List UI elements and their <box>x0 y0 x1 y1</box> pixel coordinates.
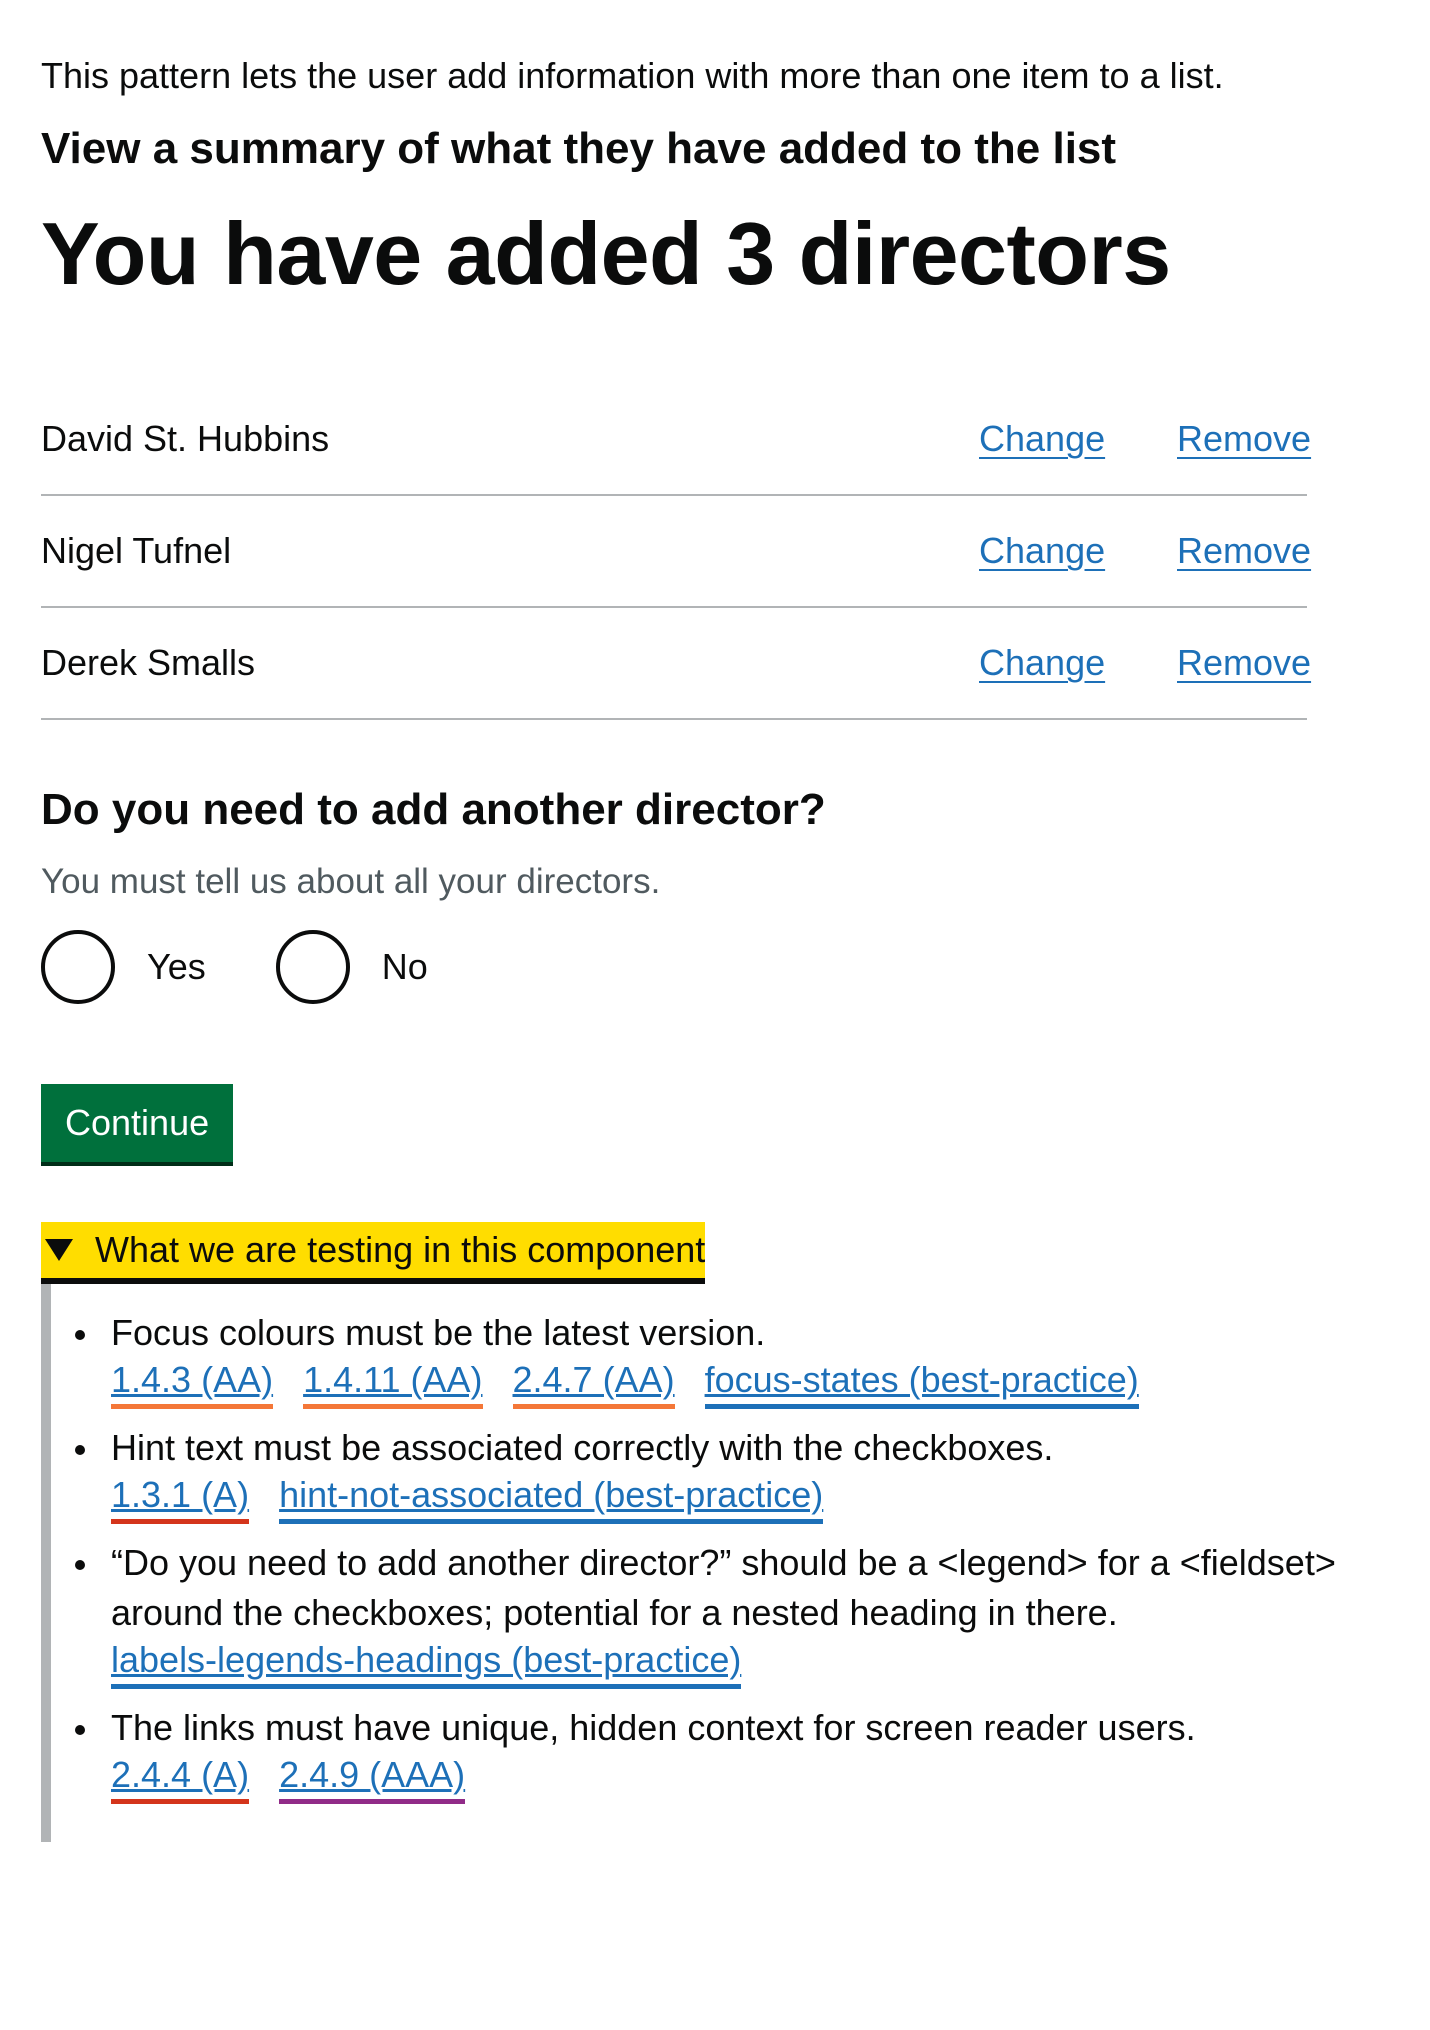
page-title: You have added 3 directors <box>41 204 1171 303</box>
remove-link[interactable]: Remove <box>1177 642 1311 684</box>
page: This pattern lets the user add informati… <box>0 0 1351 1842</box>
testing-item-text: The links must have unique, hidden conte… <box>111 1707 1196 1748</box>
wcag-reference-link[interactable]: 1.4.3 (AA) <box>111 1358 274 1409</box>
wcag-reference-link[interactable]: 1.3.1 (A) <box>111 1473 250 1524</box>
remove-link[interactable]: Remove <box>1177 530 1311 572</box>
radio-group: Yes No <box>41 930 1351 1004</box>
testing-item-text: “Do you need to add another director?” s… <box>111 1542 1336 1633</box>
section-subheading: View a summary of what they have added t… <box>41 124 1117 173</box>
details-body: Focus colours must be the latest version… <box>41 1284 1351 1842</box>
radio-no[interactable]: No <box>275 930 428 1004</box>
summary-row: Derek Smalls Change Remove <box>41 608 1311 720</box>
remove-link[interactable]: Remove <box>1177 418 1311 460</box>
director-name: Derek Smalls <box>41 642 256 683</box>
testing-item-refs: 1.4.3 (AA) 1.4.11 (AA) 2.4.7 (AA) focus-sta… <box>111 1358 1351 1409</box>
change-link[interactable]: Change <box>979 530 1105 572</box>
testing-item-text: Focus colours must be the latest version… <box>111 1312 766 1353</box>
directors-summary-list: David St. Hubbins Change Remove Nigel Tu… <box>41 384 1311 720</box>
testing-item: Focus colours must be the latest version… <box>75 1308 1351 1409</box>
testing-item-refs: labels-legends-headings (best-practice) <box>111 1638 1351 1689</box>
radio-no-circle[interactable] <box>275 930 350 1004</box>
radio-yes-circle[interactable] <box>41 930 115 1004</box>
testing-item: The links must have unique, hidden conte… <box>75 1703 1351 1804</box>
wcag-reference-link[interactable]: 2.4.9 (AAA) <box>279 1753 466 1804</box>
continue-button[interactable]: Continue <box>41 1084 234 1162</box>
summary-row: David St. Hubbins Change Remove <box>41 384 1311 496</box>
summary-row: Nigel Tufnel Change Remove <box>41 496 1311 608</box>
wcag-reference-link[interactable]: 2.4.7 (AA) <box>512 1358 675 1409</box>
triangle-down-icon <box>45 1239 73 1261</box>
intro-text: This pattern lets the user add informati… <box>41 55 1224 96</box>
testing-item-refs: 1.3.1 (A) hint-not-associated (best-pract… <box>111 1473 1351 1524</box>
radio-no-label[interactable]: No <box>382 946 428 988</box>
details-summary-toggle[interactable]: What we are testing in this component <box>41 1222 706 1278</box>
change-link[interactable]: Change <box>979 418 1105 460</box>
testing-item: “Do you need to add another director?” s… <box>75 1538 1351 1689</box>
wcag-reference-link[interactable]: focus-states (best-practice) <box>704 1358 1139 1409</box>
wcag-reference-link[interactable]: hint-not-associated (best-practice) <box>279 1473 824 1524</box>
testing-item: Hint text must be associated correctly w… <box>75 1423 1351 1524</box>
testing-item-text: Hint text must be associated correctly w… <box>111 1427 1054 1468</box>
question-legend: Do you need to add another director? <box>41 785 826 834</box>
director-name: David St. Hubbins <box>41 418 330 459</box>
radio-yes-label[interactable]: Yes <box>147 946 206 988</box>
change-link[interactable]: Change <box>979 642 1105 684</box>
wcag-reference-link[interactable]: 2.4.4 (A) <box>111 1753 250 1804</box>
wcag-reference-link[interactable]: labels-legends-headings (best-practice) <box>111 1638 742 1689</box>
testing-list: Focus colours must be the latest version… <box>75 1308 1351 1804</box>
testing-item-refs: 2.4.4 (A) 2.4.9 (AAA) <box>111 1753 1351 1804</box>
radio-yes[interactable]: Yes <box>41 930 206 1004</box>
director-name: Nigel Tufnel <box>41 530 232 571</box>
details-summary-label[interactable]: What we are testing in this component <box>95 1229 705 1271</box>
wcag-reference-link[interactable]: 1.4.11 (AA) <box>303 1358 483 1409</box>
testing-details: What we are testing in this component Fo… <box>41 1222 1351 1842</box>
question-hint: You must tell us about all your director… <box>41 862 661 901</box>
